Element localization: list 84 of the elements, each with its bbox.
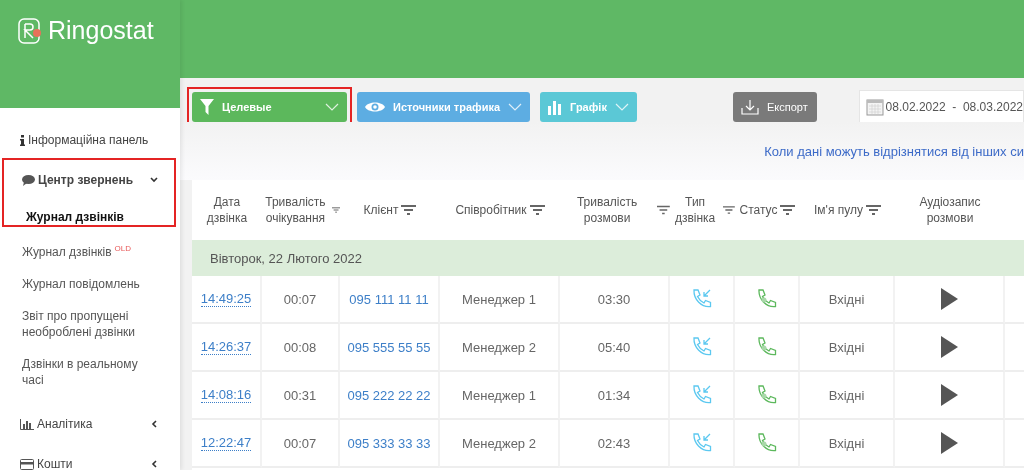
filter-dropdown[interactable]: Целевые — [192, 92, 347, 122]
date-range-field[interactable]: 08.02.2022 - 08.03.2022 — [858, 90, 1024, 124]
play-icon[interactable] — [939, 384, 959, 406]
credit-card-icon — [20, 458, 34, 470]
sidebar-item[interactable]: Дзвінки в реальному часі — [0, 356, 180, 388]
call-duration: 03:30 — [597, 291, 631, 307]
filter-icon[interactable] — [723, 205, 735, 215]
filter-icon[interactable] — [780, 205, 796, 215]
sidebar-item[interactable]: Інформаційна панель — [0, 120, 180, 160]
date-group-row: Вівторок, 22 Лютого 2022 — [192, 240, 1024, 276]
column-header: Тривалість очікування — [264, 194, 327, 226]
call-time-link[interactable]: 14:49:25 — [200, 291, 252, 307]
column-header: Співробітник — [455, 202, 527, 218]
chevron-icon — [150, 420, 158, 428]
wait-time: 00:08 — [283, 339, 317, 355]
column-header: Ім'я пулу — [814, 202, 863, 218]
sidebar-item[interactable]: Журнал дзвінків — [4, 209, 174, 225]
filter-dropdown[interactable]: Источники трафика — [357, 92, 531, 122]
filter-icon[interactable] — [331, 205, 340, 215]
phone-icon — [755, 432, 778, 454]
chat-icon — [22, 174, 35, 186]
eye-icon — [365, 101, 385, 113]
call-duration: 01:34 — [597, 387, 631, 403]
employee-name: Менеджер 2 — [462, 339, 536, 355]
filter-icon[interactable] — [657, 205, 670, 215]
caret-icon — [508, 103, 523, 111]
sidebar-item[interactable]: Журнал дзвінків $^{OLD}$ — [0, 241, 180, 260]
call-time-link[interactable]: 12:22:47 — [200, 435, 252, 451]
pool-name: Вхідні — [828, 435, 865, 451]
info-icon — [20, 134, 25, 146]
sidebar-group[interactable]: Аналітика — [0, 404, 180, 444]
caret-icon — [325, 103, 339, 111]
sidebar-group[interactable]: Кошти — [0, 444, 180, 470]
call-duration: 02:43 — [597, 435, 631, 451]
play-icon[interactable] — [939, 288, 959, 310]
client-phone-link[interactable]: 095 333 33 33 — [347, 435, 431, 451]
column-header: Клієнт — [363, 202, 399, 218]
column-header: Дата дзвінка — [205, 194, 249, 226]
caret-icon — [614, 103, 629, 111]
play-icon[interactable] — [939, 336, 959, 358]
incoming-call-icon — [690, 288, 713, 310]
download-icon — [740, 99, 759, 115]
column-header: Статус — [739, 202, 778, 218]
employee-name: Менеджер 2 — [462, 435, 536, 451]
column-header: Аудіозапис розмови — [918, 194, 982, 226]
calendar-icon — [865, 98, 884, 116]
incoming-call-icon — [690, 336, 713, 358]
logo-icon — [18, 17, 42, 44]
filter-icon — [200, 99, 214, 115]
pool-name: Вхідні — [828, 339, 865, 355]
client-phone-link[interactable]: 095 222 22 22 — [347, 387, 431, 403]
play-icon[interactable] — [939, 432, 959, 454]
sidebar-item[interactable]: Журнал повідомлень — [0, 276, 180, 292]
bar-chart-icon — [20, 418, 34, 430]
call-time-link[interactable]: 14:08:16 — [200, 387, 252, 403]
chevron-icon — [150, 460, 158, 468]
filter-icon[interactable] — [529, 205, 545, 215]
column-header: Тип дзвінка — [673, 194, 717, 226]
client-phone-link[interactable]: 095 111 11 11 — [349, 291, 429, 307]
wait-time: 00:07 — [283, 291, 317, 307]
sidebar-item[interactable]: Звіт про пропущені необроблені дзвінки — [0, 308, 180, 340]
pool-name: Вхідні — [828, 387, 865, 403]
call-duration: 05:40 — [597, 339, 631, 355]
phone-icon — [755, 288, 778, 310]
sidebar-group[interactable]: Центр звернень — [4, 160, 174, 200]
employee-name: Менеджер 1 — [462, 291, 536, 307]
export-button[interactable]: Експорт — [732, 92, 817, 122]
notice-link[interactable]: Коли дані можуть відрізнятися від інших си — [764, 143, 1024, 159]
wait-time: 00:31 — [283, 387, 317, 403]
phone-icon — [755, 336, 778, 358]
incoming-call-icon — [690, 384, 713, 406]
incoming-call-icon — [690, 432, 713, 454]
call-time-link[interactable]: 14:26:37 — [200, 339, 252, 355]
wait-time: 00:07 — [283, 435, 317, 451]
filter-icon[interactable] — [865, 205, 881, 215]
employee-name: Менеджер 1 — [462, 387, 536, 403]
bar-chart-icon — [548, 99, 563, 115]
pool-name: Вхідні — [828, 291, 865, 307]
old-label: OLD — [114, 244, 132, 253]
column-header: Тривалість розмови — [575, 194, 639, 226]
phone-icon — [755, 384, 778, 406]
chevron-icon — [150, 176, 158, 184]
filter-icon[interactable] — [401, 205, 417, 215]
client-phone-link[interactable]: 095 555 55 55 — [347, 339, 431, 355]
